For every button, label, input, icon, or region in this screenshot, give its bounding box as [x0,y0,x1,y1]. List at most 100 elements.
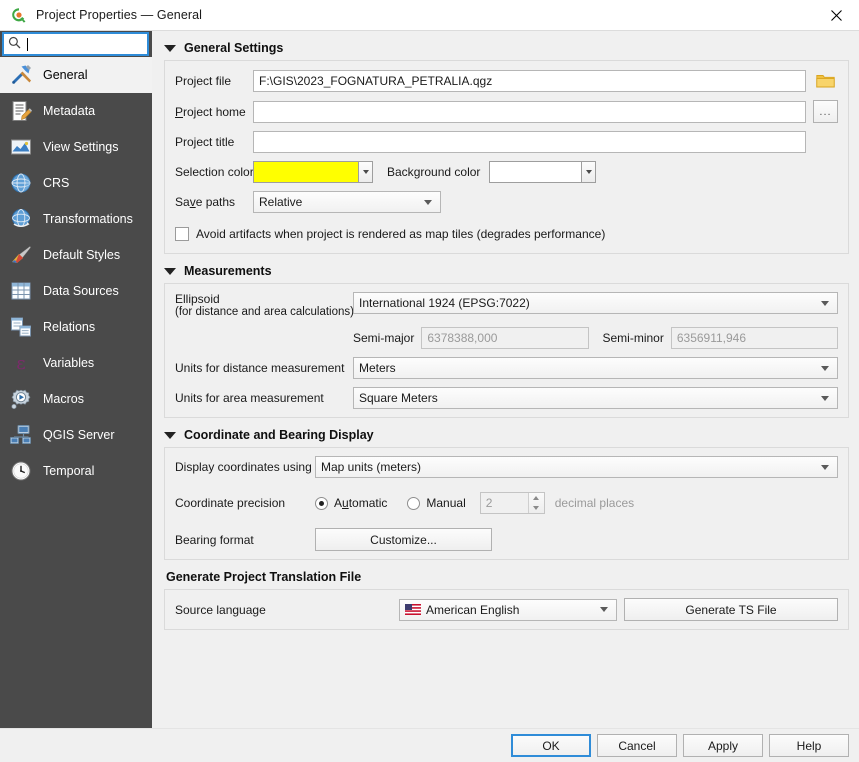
area-units-select[interactable]: Square Meters [353,387,838,409]
semi-minor-input[interactable]: 6356911,946 [670,327,838,349]
close-icon[interactable] [813,0,859,31]
save-paths-select[interactable]: Relative [253,191,441,213]
sidebar-item-transformations[interactable]: Transformations [0,201,152,237]
measurements-group: Ellipsoid (for distance and area calcula… [164,283,849,418]
sidebar-item-label: Metadata [43,104,96,118]
save-paths-value: Relative [259,195,303,209]
project-home-input[interactable] [253,100,806,123]
chevron-down-icon [821,300,829,306]
selection-color-button[interactable] [253,161,373,183]
chevron-down-icon [821,365,829,371]
folder-icon[interactable] [813,69,838,92]
save-paths-row: Save paths Relative [175,191,838,213]
project-title-input[interactable] [253,131,806,153]
map-view-icon [8,134,34,160]
project-file-row: Project file F:\GIS\2023_FOGNATURA_PETRA… [175,69,838,92]
translation-title: Generate Project Translation File [166,570,362,584]
help-button[interactable]: Help [769,734,849,757]
save-paths-label: Save paths [175,195,236,209]
ellipsoid-label-block: Ellipsoid (for distance and area calcula… [175,292,354,319]
coordinate-display-header[interactable]: Coordinate and Bearing Display [164,428,849,442]
coordinate-display-group: Display coordinates using Map units (met… [164,447,849,560]
sidebar-item-metadata[interactable]: Metadata [0,93,152,129]
search-caret [27,37,28,51]
decimal-places-stepper[interactable]: 2 [479,492,545,514]
display-coordinates-value: Map units (meters) [321,460,422,474]
background-color-button[interactable] [489,161,597,183]
avoid-artifacts-checkbox[interactable] [175,227,189,241]
ellipsoid-select[interactable]: International 1924 (EPSG:7022) [353,292,838,314]
hammer-wrench-icon [8,62,34,88]
distance-units-select[interactable]: Meters [353,357,838,379]
sidebar-item-general[interactable]: General [0,57,152,93]
sidebar-item-temporal[interactable]: Temporal [0,453,152,489]
dialog-body: General Metadata View Settings CRS Trans… [0,31,859,728]
ellipsoid-label-line1: Ellipsoid [175,292,220,306]
avoid-artifacts-row[interactable]: Avoid artifacts when project is rendered… [175,223,838,245]
area-units-value: Square Meters [359,391,438,405]
sidebar-nav-list: General Metadata View Settings CRS Trans… [0,57,152,728]
search-icon [8,36,21,52]
sidebar-item-label: Macros [43,392,84,406]
sidebar-item-relations[interactable]: Relations [0,309,152,345]
stepper-down-icon[interactable] [529,503,544,513]
precision-automatic-radio[interactable]: Automatic [315,496,387,510]
sidebar-item-label: CRS [43,176,70,190]
globe-transform-icon [8,206,34,232]
search-input[interactable] [2,32,149,56]
project-home-browse-button[interactable]: ... [813,100,838,123]
display-coordinates-label: Display coordinates using [175,460,312,474]
display-coordinates-select[interactable]: Map units (meters) [315,456,838,478]
sidebar-item-default-styles[interactable]: Default Styles [0,237,152,273]
ok-button[interactable]: OK [511,734,591,757]
server-icon [8,422,34,448]
selection-color-swatch [253,161,358,183]
collapse-arrow-icon [164,431,176,439]
chevron-down-icon[interactable] [581,161,597,183]
clock-icon [8,458,34,484]
semi-major-input[interactable]: 6378388,000 [421,327,589,349]
precision-manual-radio[interactable]: Manual [407,496,466,510]
radio-indicator [407,496,421,510]
source-language-select[interactable]: American English [399,598,617,621]
sidebar-item-label: Transformations [43,212,133,226]
sidebar-item-macros[interactable]: Macros [0,381,152,417]
project-title-row: Project title [175,131,838,153]
paintbrush-icon [8,242,34,268]
avoid-artifacts-label: Avoid artifacts when project is rendered… [196,227,606,241]
bearing-customize-button[interactable]: Customize... [315,528,492,551]
globe-icon [8,170,34,196]
measurements-header[interactable]: Measurements [164,264,849,278]
cancel-button[interactable]: Cancel [597,734,677,757]
sidebar: General Metadata View Settings CRS Trans… [0,31,156,728]
stepper-up-icon[interactable] [529,493,544,503]
coordinate-precision-label: Coordinate precision [175,496,286,510]
chevron-down-icon[interactable] [358,161,373,183]
background-color-label: Background color [387,165,481,179]
background-color-swatch [489,161,582,183]
sidebar-item-data-sources[interactable]: Data Sources [0,273,152,309]
chevron-down-icon [600,607,608,612]
decimal-places-label: decimal places [554,496,635,510]
radio-indicator [315,496,328,510]
area-units-label: Units for area measurement [175,391,324,405]
bearing-format-row: Bearing format Customize... [175,528,838,551]
general-settings-header[interactable]: General Settings [164,41,849,55]
stepper-buttons[interactable] [527,493,544,513]
sidebar-item-view-settings[interactable]: View Settings [0,129,152,165]
epsilon-icon: ɛ [8,350,34,376]
semi-minor-label: Semi-minor [602,331,664,345]
source-language-label: Source language [175,602,266,617]
generate-ts-file-button[interactable]: Generate TS File [624,598,838,621]
sidebar-item-crs[interactable]: CRS [0,165,152,201]
translation-group: Source language American English Generat… [164,589,849,630]
project-file-input[interactable]: F:\GIS\2023_FOGNATURA_PETRALIA.qgz [253,69,806,92]
ellipsoid-label-line2: (for distance and area calculations) [175,306,354,318]
general-settings-group: Project file F:\GIS\2023_FOGNATURA_PETRA… [164,60,849,254]
sidebar-item-qgis-server[interactable]: QGIS Server [0,417,152,453]
coordinate-display-title: Coordinate and Bearing Display [184,428,374,442]
relations-icon [8,314,34,340]
sidebar-item-variables[interactable]: ɛ Variables [0,345,152,381]
apply-button[interactable]: Apply [683,734,763,757]
collapse-arrow-icon [164,44,176,52]
